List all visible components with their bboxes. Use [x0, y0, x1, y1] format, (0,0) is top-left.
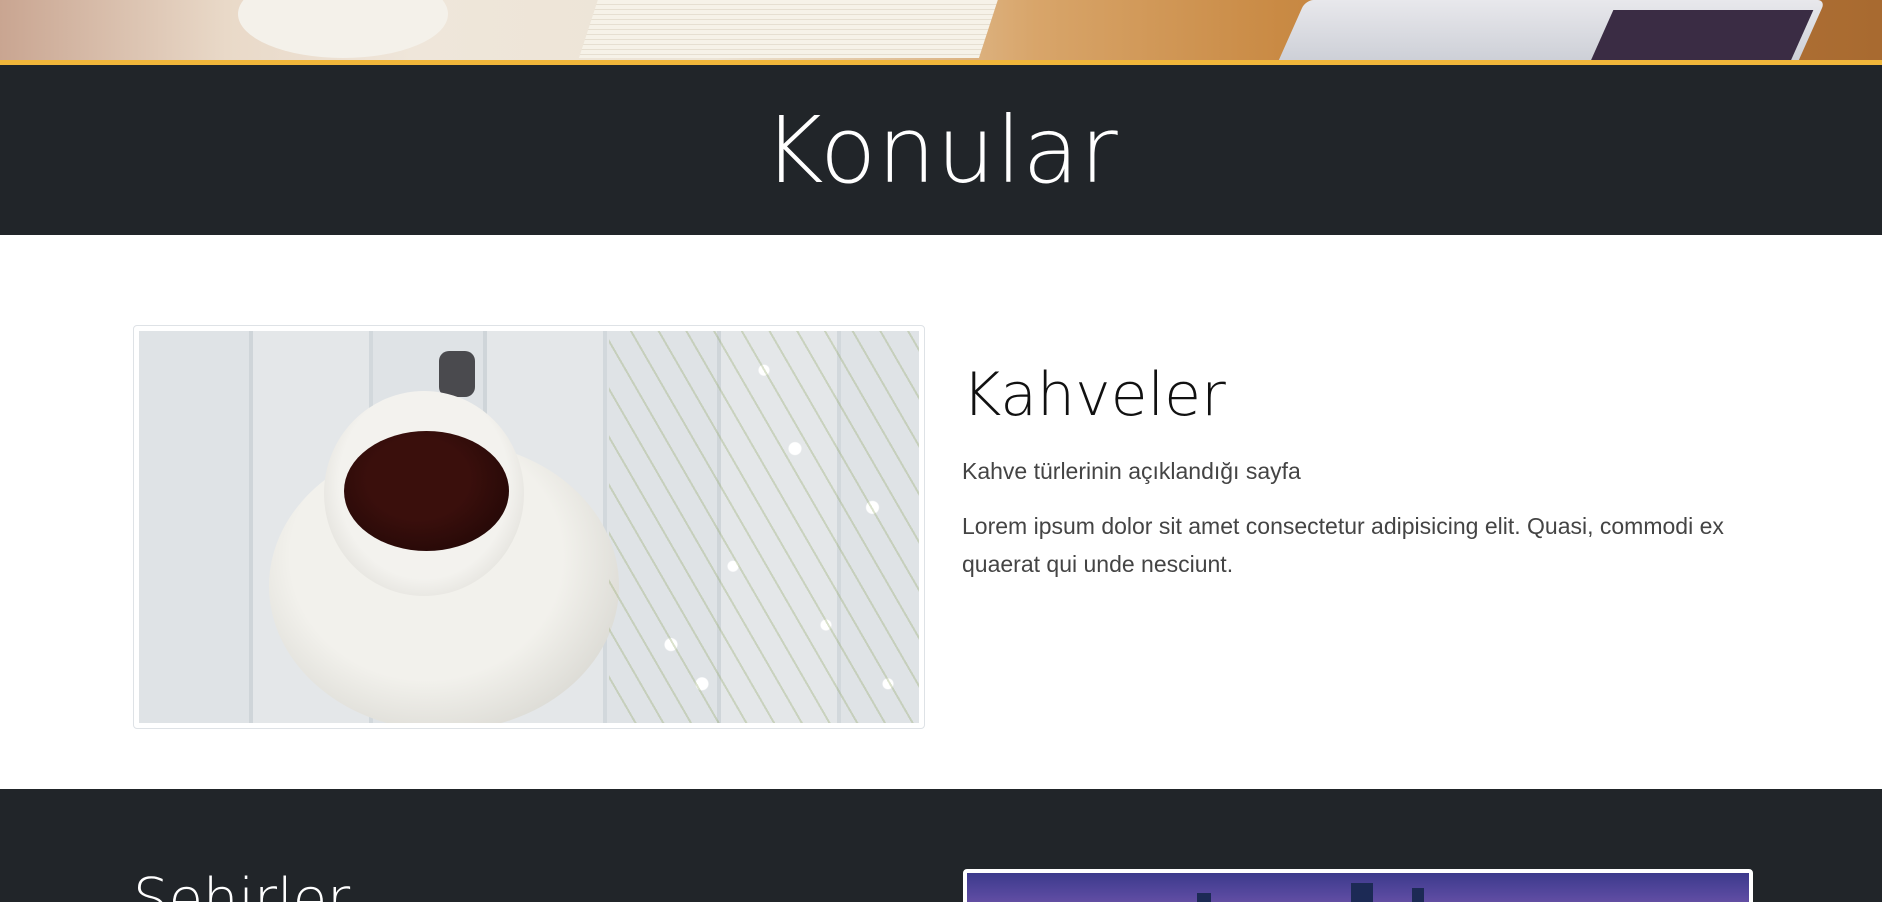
flowers-shape: [609, 331, 919, 723]
topic-text-block: Kahveler Kahve türlerinin açıklandığı sa…: [962, 360, 1752, 583]
topic-card-sehirler: Şehirler: [0, 789, 1882, 902]
hero-tablet-screen: [1586, 10, 1814, 60]
page-title-band: Konular: [0, 65, 1882, 235]
city-skyline-photo[interactable]: [963, 869, 1753, 902]
topic-title[interactable]: Kahveler: [962, 360, 1752, 430]
page-title: Konular: [763, 96, 1119, 204]
hero-book-shape: [578, 0, 1002, 58]
skyline-tower: [1412, 888, 1424, 902]
topic-description: Lorem ipsum dolor sit amet consectetur a…: [962, 513, 1724, 577]
hero-cup-shape: [238, 0, 448, 58]
cup-handle-shape: [439, 351, 475, 397]
coffee-liquid-shape: [344, 431, 509, 551]
topic-card-kahveler: Kahveler Kahve türlerinin açıklandığı sa…: [0, 235, 1882, 789]
topic-title[interactable]: Şehirler: [133, 867, 350, 902]
topic-subtitle: Kahve türlerinin açıklandığı sayfa: [962, 458, 1301, 484]
coffee-cup-photo: [139, 331, 919, 723]
skyline-tower: [1351, 883, 1373, 902]
skyline-tower: [1197, 893, 1211, 902]
hero-image-strip: [0, 0, 1882, 60]
topic-image-frame[interactable]: [133, 325, 925, 729]
